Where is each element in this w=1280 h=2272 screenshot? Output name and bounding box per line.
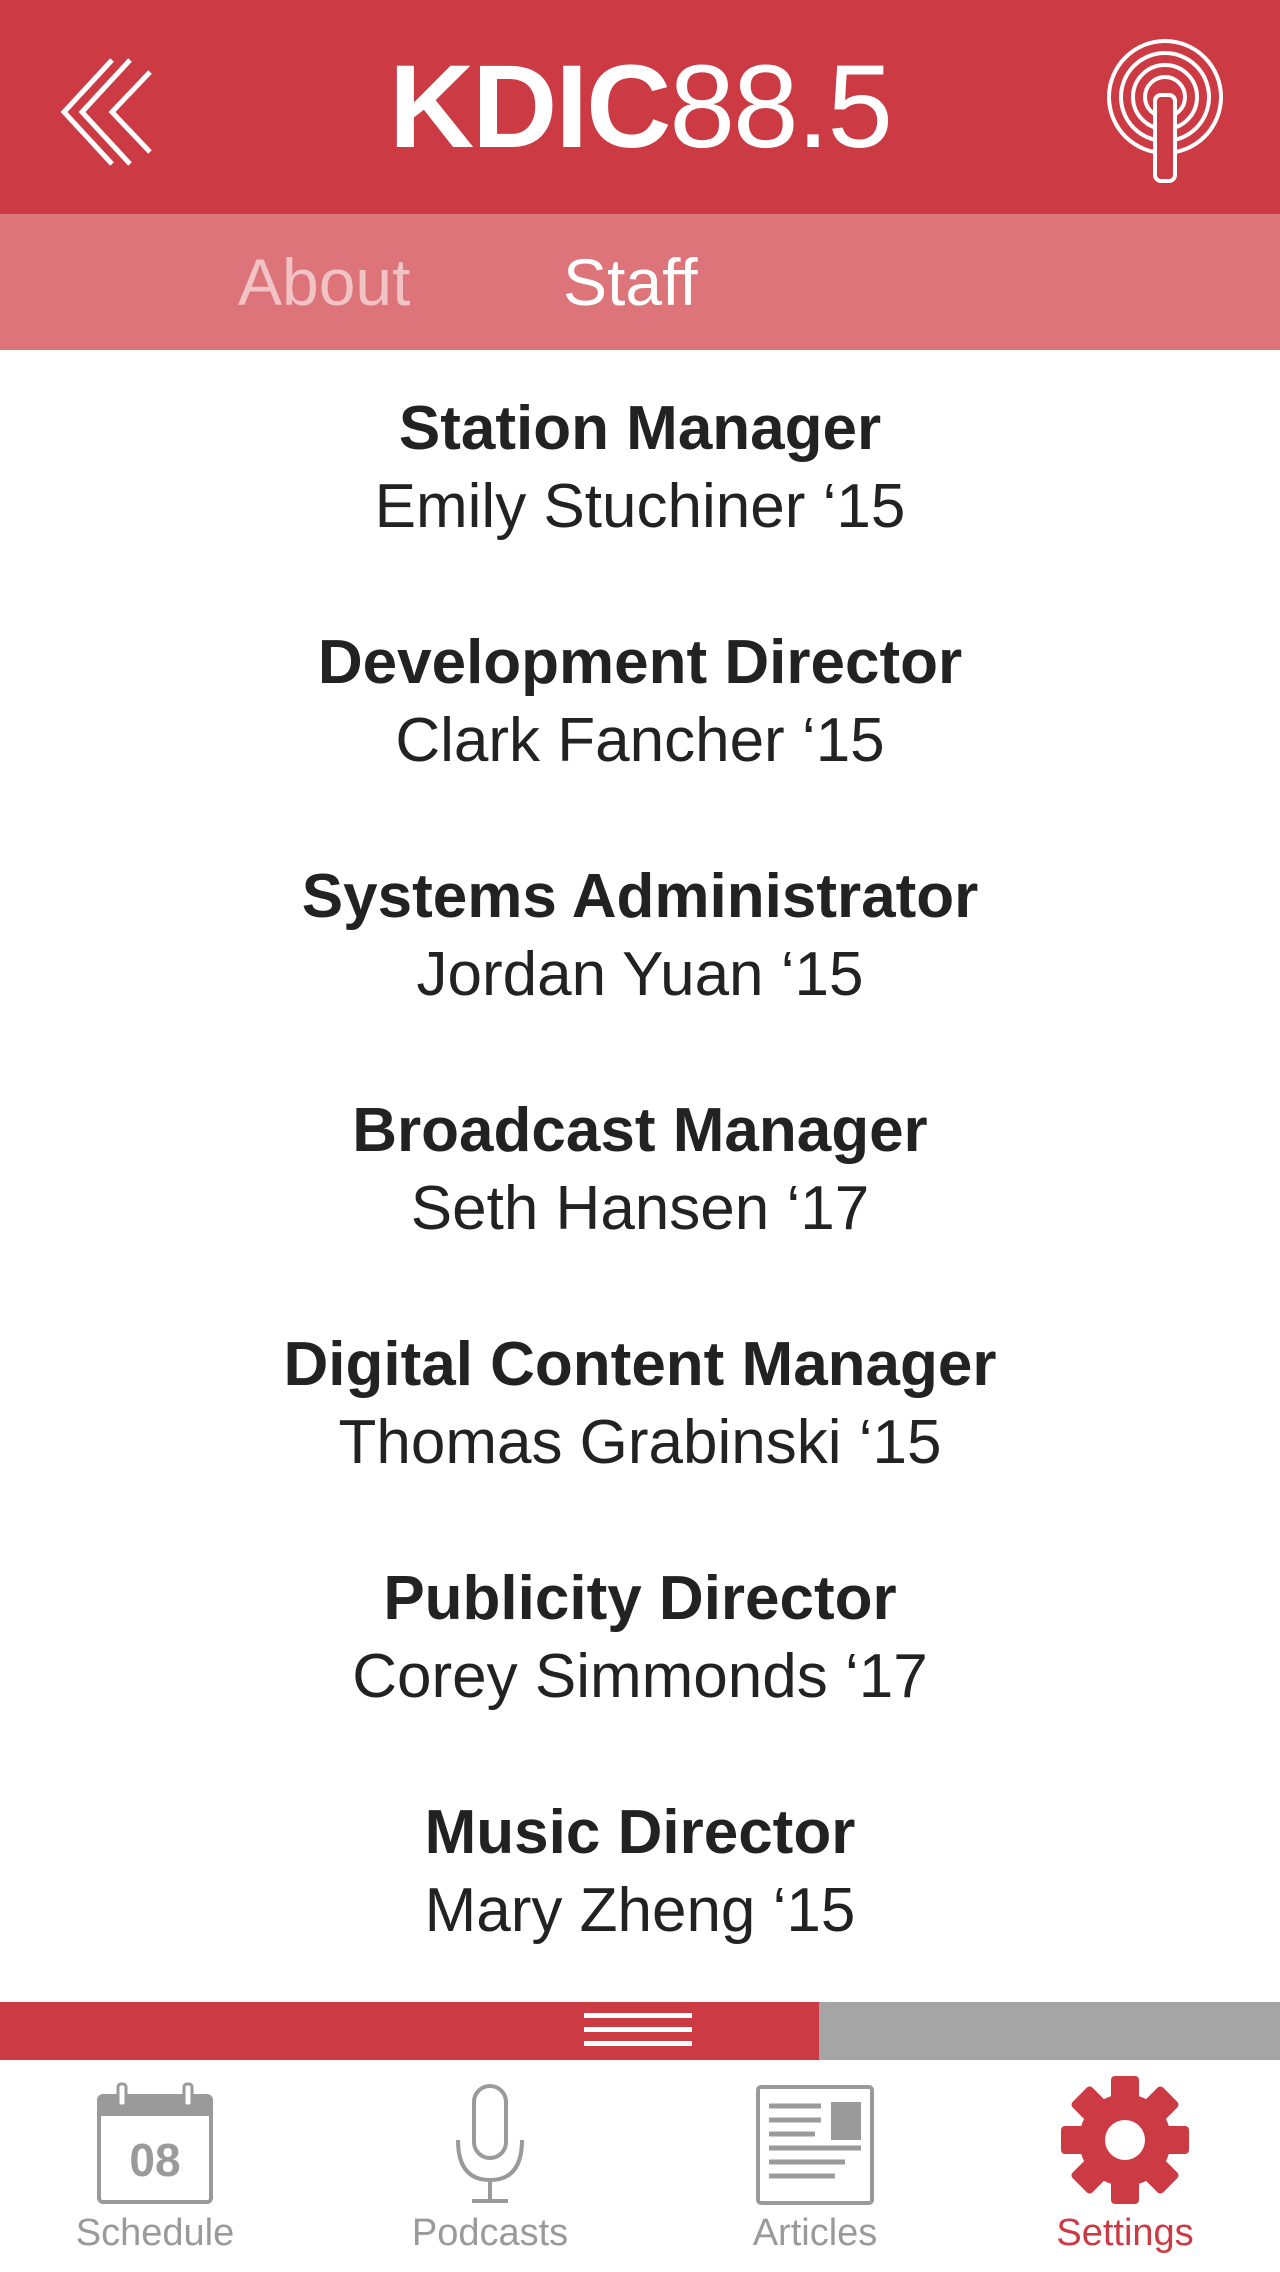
- microphone-icon: [456, 2084, 524, 2203]
- app-header: KDIC 88.5: [0, 0, 1280, 214]
- section-tabs: About Staff: [0, 214, 1280, 350]
- staff-name: Clark Fancher ‘15: [395, 706, 885, 775]
- tab-about[interactable]: About: [238, 214, 410, 350]
- staff-name: Emily Stuchiner ‘15: [374, 472, 906, 541]
- staff-entry: Publicity Director Corey Simmonds ‘17: [0, 1560, 1280, 1716]
- staff-entry: Music Director Mary Zheng ‘15: [0, 1794, 1280, 1950]
- staff-name: Corey Simmonds ‘17: [352, 1642, 928, 1711]
- staff-role: Development Director: [317, 628, 963, 697]
- station-frequency: 88.5: [669, 41, 893, 173]
- staff-entry: Systems Administrator Jordan Yuan ‘15: [0, 858, 1280, 1014]
- gear-icon: [1061, 2076, 1189, 2204]
- tab-schedule[interactable]: 08 Schedule: [40, 2060, 270, 2272]
- staff-name: Jordan Yuan ‘15: [416, 940, 864, 1009]
- tab-articles-label: Articles: [752, 2212, 878, 2254]
- tab-staff[interactable]: Staff: [563, 214, 698, 350]
- staff-role: Music Director: [424, 1798, 856, 1867]
- tab-schedule-label: Schedule: [75, 2212, 235, 2254]
- staff-entry: Digital Content Manager Thomas Grabinski…: [0, 1326, 1280, 1482]
- calendar-day: 08: [129, 2134, 180, 2186]
- staff-role: Broadcast Manager: [352, 1096, 928, 1165]
- staff-list: Station Manager Emily Stuchiner ‘15 Deve…: [0, 350, 1280, 2000]
- article-icon: [756, 2085, 874, 2205]
- staff-role: Systems Administrator: [301, 862, 979, 931]
- player-drawer-handle[interactable]: [584, 2013, 692, 2049]
- staff-entry: Development Director Clark Fancher ‘15: [0, 624, 1280, 780]
- live-stream-button[interactable]: [1090, 30, 1240, 190]
- tab-articles[interactable]: Articles: [700, 2060, 930, 2272]
- staff-entry: Station Manager Emily Stuchiner ‘15: [0, 390, 1280, 546]
- tab-podcasts[interactable]: Podcasts: [375, 2060, 605, 2272]
- radio-broadcast-icon: [1107, 39, 1223, 185]
- station-call-sign: KDIC: [388, 41, 671, 173]
- staff-name: Thomas Grabinski ‘15: [338, 1408, 942, 1477]
- staff-role: Publicity Director: [383, 1564, 897, 1633]
- staff-role: Digital Content Manager: [283, 1330, 997, 1399]
- calendar-icon: 08: [97, 2082, 213, 2204]
- staff-entry: Broadcast Manager Seth Hansen ‘17: [0, 1092, 1280, 1248]
- staff-role: Station Manager: [398, 394, 882, 463]
- tab-settings[interactable]: Settings: [1010, 2060, 1240, 2272]
- tab-podcasts-label: Podcasts: [411, 2212, 569, 2254]
- staff-name: Mary Zheng ‘15: [424, 1876, 856, 1945]
- player-progress-fill: [0, 2002, 820, 2060]
- bottom-tab-bar: 08 Schedule Podcasts Articles Settings: [0, 2060, 1280, 2272]
- tab-settings-label: Settings: [1056, 2212, 1194, 2254]
- staff-name: Seth Hansen ‘17: [410, 1174, 870, 1243]
- station-title: KDIC 88.5: [0, 0, 1280, 214]
- player-progress-bar[interactable]: [0, 2002, 1280, 2060]
